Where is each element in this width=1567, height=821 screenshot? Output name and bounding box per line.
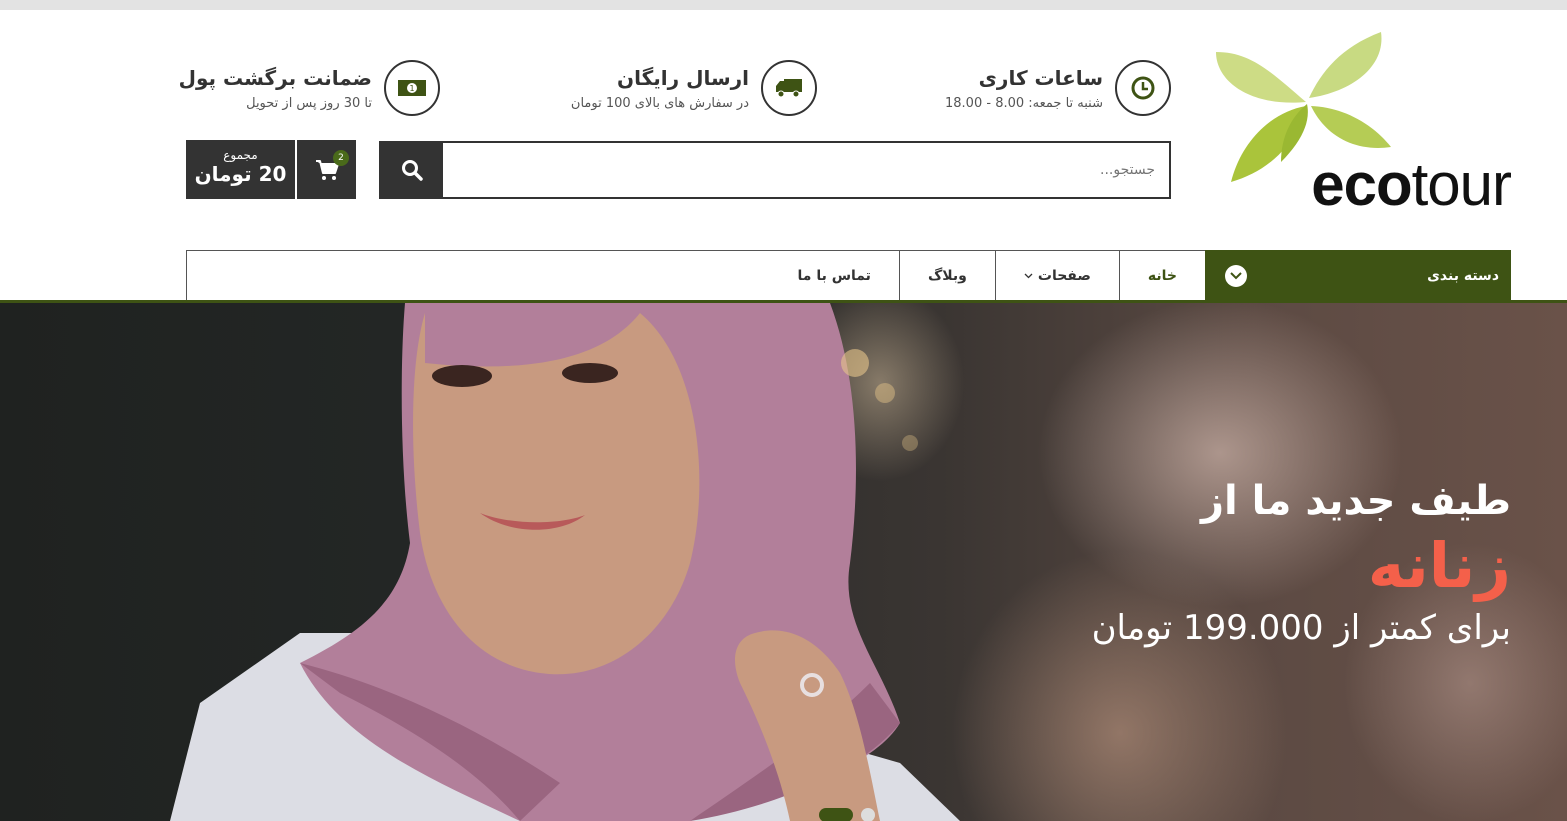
clock-icon <box>1115 60 1171 116</box>
logo-wordmark: ecotour <box>1311 151 1512 218</box>
top-strip <box>0 0 1567 10</box>
cart-button[interactable]: 2 <box>297 140 356 199</box>
chevron-down-icon <box>1024 273 1033 279</box>
search-input[interactable] <box>443 143 1169 197</box>
search-bar <box>379 141 1171 199</box>
hero-line-3: برای کمتر از 199.000 تومان <box>1091 608 1511 648</box>
category-menu-button[interactable]: دسته بندی <box>1205 250 1511 302</box>
cart-count-badge: 2 <box>333 150 349 166</box>
nav-item-pages[interactable]: صفحات <box>994 251 1119 301</box>
search-icon <box>402 160 423 181</box>
slider-dot-2[interactable] <box>861 808 875 821</box>
nav-item-contact[interactable]: تماس با ما <box>770 251 899 301</box>
nav-item-blog[interactable]: وبلاگ <box>898 251 995 301</box>
hero-line-2: زنانه <box>1367 529 1511 602</box>
chevron-down-icon <box>1225 265 1247 287</box>
main-nav: دسته بندی خانه صفحات وبلاگ تماس با ما <box>186 250 1511 302</box>
site-logo[interactable]: ecotour <box>1201 32 1512 218</box>
search-button[interactable] <box>381 143 443 197</box>
page: ecotour ساعات کاری شنبه تا جمعه: 8.00 - … <box>0 10 1567 821</box>
hero-slider[interactable]: طیف جدید ما از زنانه برای کمتر از 199.00… <box>0 303 1567 821</box>
nav-item-home[interactable]: خانه <box>1118 251 1205 301</box>
hero-caption: طیف جدید ما از زنانه برای کمتر از 199.00… <box>1092 475 1511 651</box>
shipping-title: ارسال رایگان <box>617 65 749 90</box>
cart-total[interactable]: مجموع 20 تومان <box>186 140 295 199</box>
shipping-sub: در سفارش های بالای 100 تومان <box>570 95 749 111</box>
info-hours: ساعات کاری شنبه تا جمعه: 8.00 - 18.00 <box>945 60 1171 116</box>
cart-total-label: مجموع <box>223 148 258 162</box>
slider-dot-1[interactable] <box>819 808 853 821</box>
svg-text:1: 1 <box>409 84 414 93</box>
slider-dots <box>819 808 875 821</box>
cart-total-amount: 20 تومان <box>194 162 287 186</box>
info-shipping: ارسال رایگان در سفارش های بالای 100 توما… <box>571 60 817 116</box>
money-icon: 1 <box>384 60 440 116</box>
hours-sub: شنبه تا جمعه: 8.00 - 18.00 <box>945 95 1103 111</box>
guarantee-sub: تا 30 روز پس از تحویل <box>246 95 372 111</box>
truck-icon <box>761 60 817 116</box>
hero-line-1: طیف جدید ما از <box>1201 478 1511 524</box>
info-guarantee: 1 ضمانت برگشت پول تا 30 روز پس از تحویل <box>179 60 440 116</box>
hours-title: ساعات کاری <box>978 65 1103 90</box>
category-label: دسته بندی <box>1427 268 1499 284</box>
guarantee-title: ضمانت برگشت پول <box>178 65 372 90</box>
